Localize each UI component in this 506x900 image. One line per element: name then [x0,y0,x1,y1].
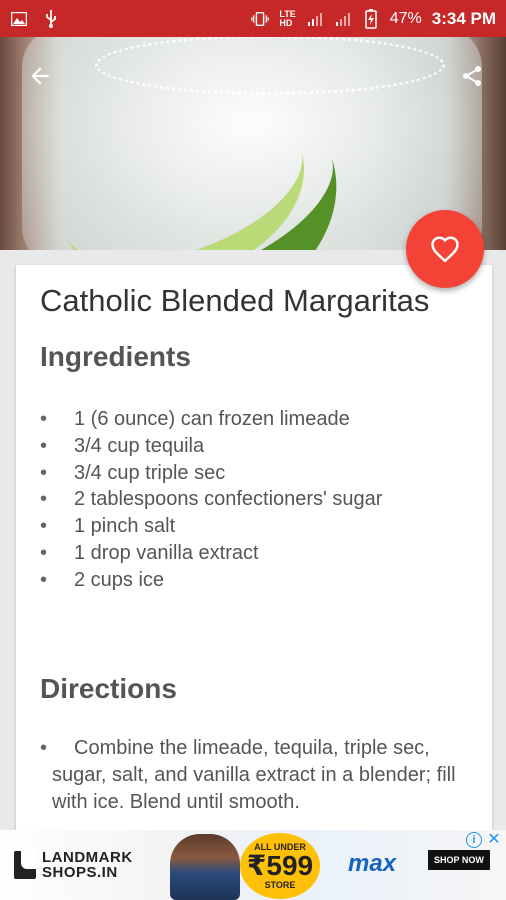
list-item: • Combine the limeade, tequila, triple se… [40,737,456,813]
list-item: • 2 cups ice [40,567,382,594]
ingredient-text: 2 cups ice [74,568,165,591]
clock: 3:34 PM [431,8,496,28]
ad-price-bottom: STORE [264,880,296,890]
salt-rim [95,37,445,95]
list-item: • 1 drop vanilla extract [40,540,382,567]
back-button[interactable] [22,58,58,94]
heart-outline-icon [431,236,459,263]
ingredients-list: • 1 (6 ounce) can frozen limeade • 3/4 cup… [40,406,382,594]
ingredient-text: 3/4 cup triple sec [74,461,226,484]
network-type-label: LTE HD [279,9,295,28]
ad-logo-line1: LANDMARK [42,849,133,866]
battery-charging-icon [362,8,380,29]
image-notification-icon [10,10,28,28]
ad-info-icon[interactable]: i [466,832,482,848]
list-item: • 2 tablespoons confectioners' sugar [40,486,382,513]
directions-heading: Directions [40,673,177,704]
ad-banner[interactable]: LANDMARK SHOPS.IN ALL UNDER ₹599 STORE m… [0,830,506,900]
list-item: • 1 (6 ounce) can frozen limeade [40,406,382,433]
ingredients-heading: Ingredients [40,341,191,372]
arrow-left-icon [31,67,49,85]
ingredient-text: 2 tablespoons confectioners' sugar [74,488,383,511]
status-bar: LTE HD 47% 3:34 PM [0,0,506,37]
list-item: • 1 pinch salt [40,513,382,540]
usb-icon [42,9,60,28]
direction-text: Combine the limeade, tequila, triple sec… [52,737,456,813]
recipe-card: Catholic Blended Margaritas Ingredients … [16,265,492,845]
hd-label: HD [279,17,293,28]
ad-logo-line2: SHOPS.IN [42,864,118,881]
ingredient-text: 3/4 cup tequila [74,434,205,457]
signal-icon [306,10,324,28]
ad-price-badge: ALL UNDER ₹599 STORE [240,833,320,899]
share-button[interactable] [454,58,490,94]
list-item: • 3/4 cup tequila [40,433,382,460]
ad-model-image [170,834,240,900]
favorite-button[interactable] [406,210,484,288]
vibrate-icon [251,10,270,28]
battery-percent: 47% [389,9,422,27]
ingredient-text: 1 pinch salt [74,515,176,538]
ad-price: ₹599 [246,850,314,881]
ad-close-icon[interactable]: ✕ [486,832,502,848]
list-item: • 3/4 cup triple sec [40,460,382,487]
directions-list: • Combine the limeade, tequila, triple se… [40,735,480,816]
signal-secondary-icon [334,10,352,28]
ad-shop-now-button[interactable]: SHOP NOW [428,850,490,870]
ad-brand-logo: max [348,850,397,877]
landmark-logo-mark [14,851,36,879]
share-icon [463,66,481,86]
ingredient-text: 1 (6 ounce) can frozen limeade [74,408,350,430]
ingredient-text: 1 drop vanilla extract [74,541,259,564]
recipe-title: Catholic Blended Margaritas [40,283,430,318]
ad-landmark-logo: LANDMARK SHOPS.IN [14,850,133,880]
